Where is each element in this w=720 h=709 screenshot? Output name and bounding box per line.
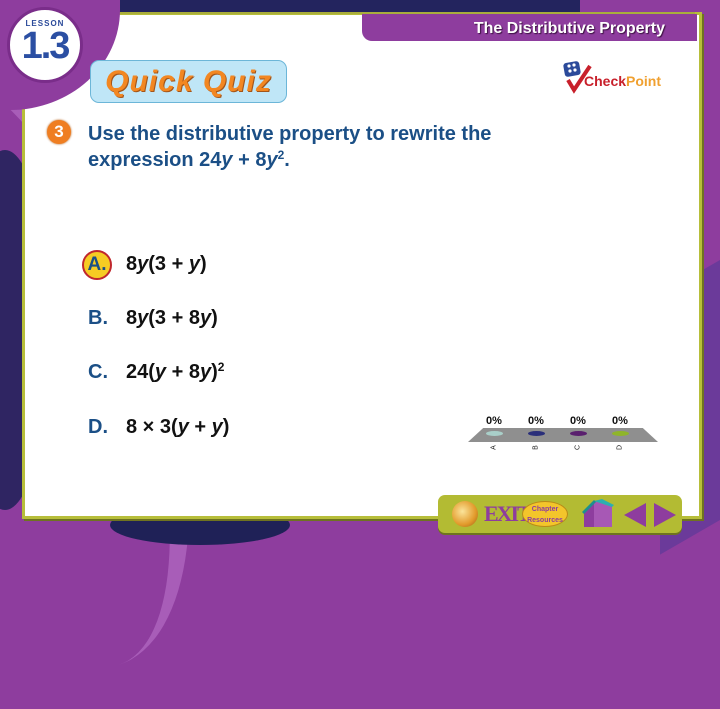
checkpoint-logo: CheckPoint [562, 60, 672, 94]
choice-text: 8 × 3(y + y) [126, 416, 230, 438]
answer-choice-b[interactable]: B. 8y(3 + 8y) [88, 303, 218, 333]
choice-letter: D. [88, 416, 108, 438]
choice-letter: A. [82, 250, 112, 280]
lesson-title-tab: The Distributive Property [362, 14, 697, 41]
choice-text: 24(y + 8y)2 [126, 360, 225, 383]
choice-text: 8y(3 + y) [126, 253, 207, 275]
web-link-globe-icon[interactable] [452, 501, 478, 527]
poll-percent: 0% [528, 415, 544, 427]
question-number-badge: 3 [47, 120, 71, 144]
poll-label: A [490, 445, 498, 450]
choice-letter: C. [88, 361, 108, 383]
choice-letter: B. [88, 307, 108, 329]
checkpoint-text: CheckPoint [584, 73, 662, 89]
poll-label: C [574, 444, 582, 451]
poll-percent: 0% [612, 415, 628, 427]
lesson-number: 1.3 [21, 25, 71, 67]
choice-text: 8y(3 + 8y) [126, 307, 218, 329]
poll-label: B [532, 445, 540, 450]
chapter-resources-button[interactable]: Chapter Resources [522, 501, 568, 527]
answer-choice-d[interactable]: D. 8 × 3(y + y) [88, 412, 229, 442]
poll-label: D [616, 444, 624, 451]
poll-column-a: 0% A [476, 415, 512, 451]
lesson-badge: LESSON 1.3 [7, 7, 83, 83]
answer-choice-a[interactable]: A. 8y(3 + y) [82, 249, 207, 280]
poll-column-d: 0% D [602, 415, 638, 451]
question-text: Use the distributive property to rewrite… [88, 123, 492, 171]
poll-column-c: 0% C [560, 415, 596, 451]
response-poll-chart: 0% A 0% B 0% C 0% D [462, 415, 667, 460]
previous-slide-button[interactable] [624, 503, 646, 527]
poll-column-b: 0% B [518, 415, 554, 451]
next-slide-button[interactable] [654, 503, 676, 527]
home-icon[interactable] [580, 499, 620, 529]
exit-button[interactable]: EXIT [484, 499, 532, 529]
quick-quiz-badge: Quick Quiz [90, 60, 287, 103]
answer-choice-c[interactable]: C. 24(y + 8y)2 [88, 357, 224, 387]
quick-quiz-label: Quick Quiz [105, 65, 272, 98]
lesson-title: The Distributive Property [473, 20, 665, 37]
poll-percent: 0% [486, 415, 502, 427]
poll-percent: 0% [570, 415, 586, 427]
navigation-bar: EXIT Chapter Resources [438, 495, 682, 533]
